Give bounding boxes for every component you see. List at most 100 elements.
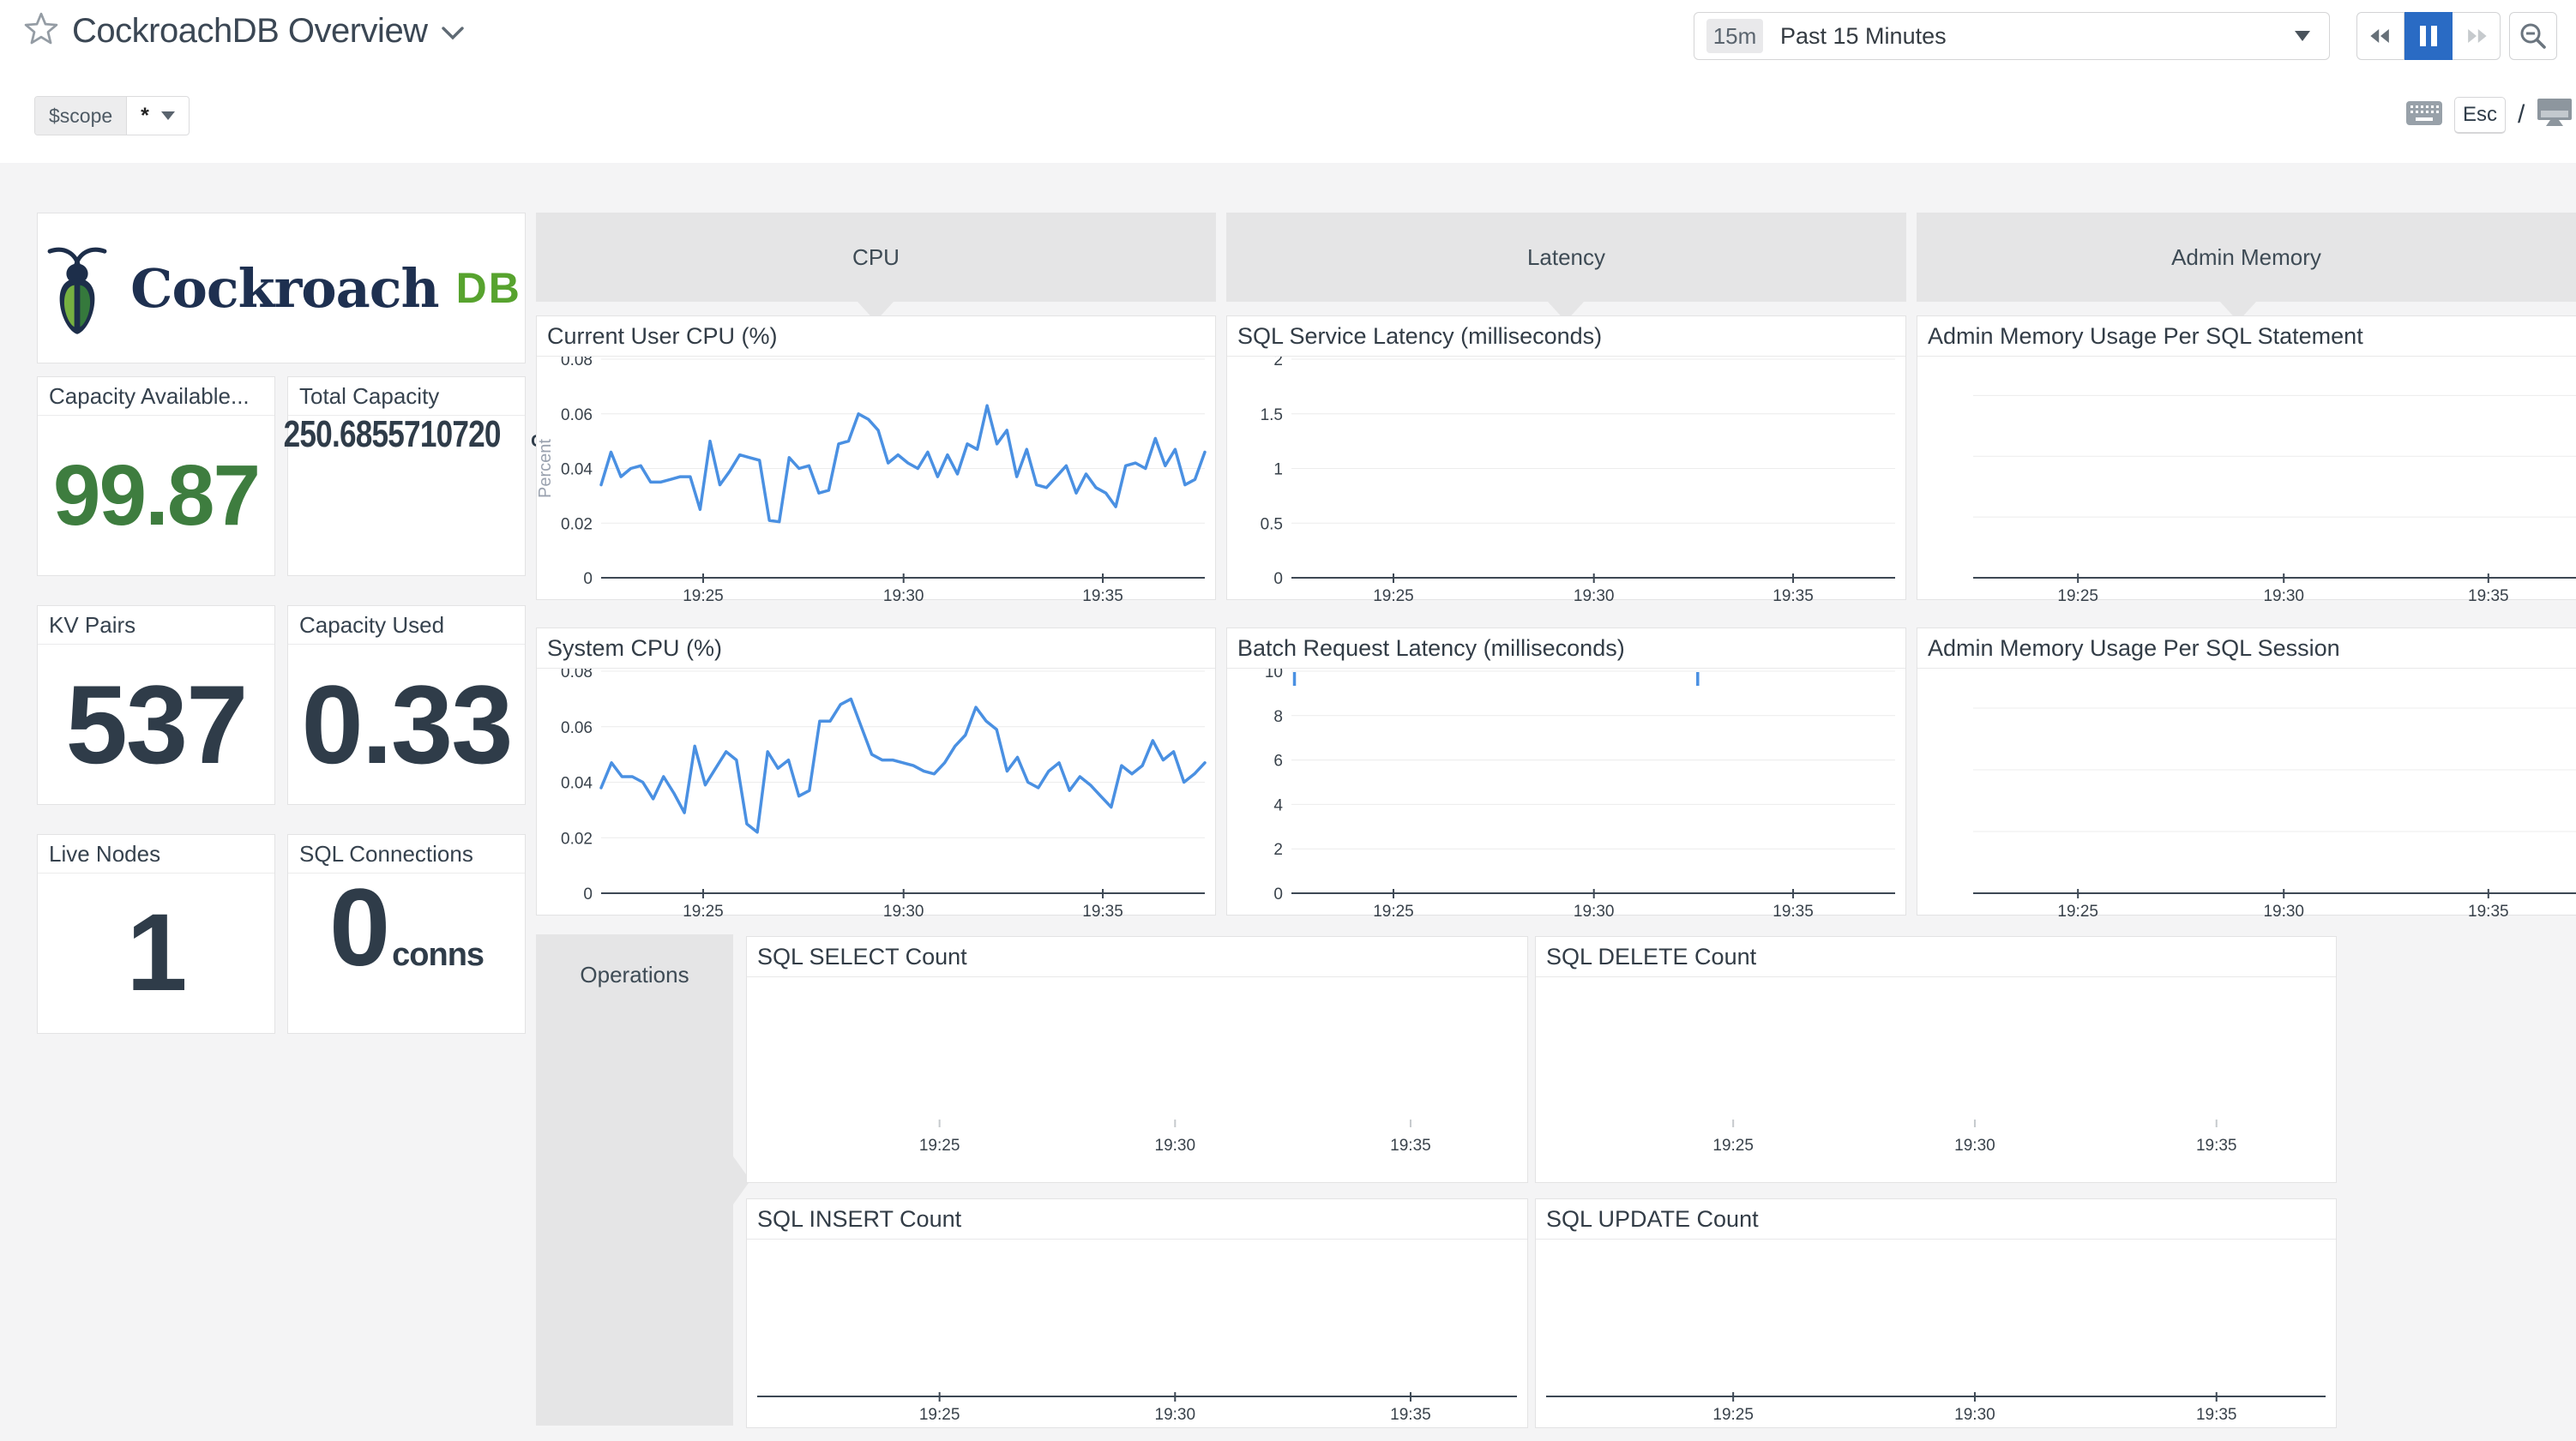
scope-value-dropdown[interactable]: * xyxy=(127,97,189,135)
svg-text:19:35: 19:35 xyxy=(2468,587,2509,601)
svg-text:19:25: 19:25 xyxy=(2057,587,2098,601)
chart-title: Admin Memory Usage Per SQL Statement xyxy=(1917,316,2576,357)
svg-text:2: 2 xyxy=(1273,357,1283,369)
stat-card-sql-connections: SQL Connections 0 conns xyxy=(287,834,526,1034)
time-range-picker[interactable]: 15m Past 15 Minutes xyxy=(1694,12,2330,60)
svg-text:1: 1 xyxy=(1273,461,1283,479)
group-header-admin-memory[interactable]: Admin Memory xyxy=(1917,213,2576,302)
chart-title: Batch Request Latency (milliseconds) xyxy=(1227,628,1905,669)
svg-text:19:25: 19:25 xyxy=(1712,1406,1754,1424)
rewind-icon xyxy=(2367,21,2394,51)
time-range-badge: 15m xyxy=(1706,19,1763,53)
svg-text:0.06: 0.06 xyxy=(561,406,593,424)
svg-text:19:30: 19:30 xyxy=(1155,1137,1196,1155)
logo-suffix: DB xyxy=(456,263,521,313)
tv-mode-icon[interactable] xyxy=(2537,99,2573,132)
esc-key-hint: Esc xyxy=(2454,97,2506,134)
stat-card-capacity-used: Capacity Used 0.33 xyxy=(287,605,526,805)
chart-plot-batch-request-latency[interactable]: 024681019:2519:3019:35 xyxy=(1227,669,1905,916)
logo-wordmark: Cockroach xyxy=(130,257,438,320)
chart-plot-system-cpu[interactable]: 00.020.040.060.0819:2519:3019:35 xyxy=(537,669,1215,916)
stat-title: SQL Connections xyxy=(288,835,525,874)
svg-text:0.5: 0.5 xyxy=(1261,515,1283,533)
svg-text:19:25: 19:25 xyxy=(683,587,724,601)
svg-text:19:30: 19:30 xyxy=(1574,903,1615,916)
svg-text:0.02: 0.02 xyxy=(561,515,593,533)
pause-icon xyxy=(2418,25,2439,47)
group-header-operations[interactable]: Operations xyxy=(536,934,733,1426)
svg-text:19:30: 19:30 xyxy=(1954,1137,1995,1155)
chart-plot-sql-delete-count[interactable]: 19:2519:3019:35 xyxy=(1536,977,2336,1184)
group-header-cpu[interactable]: CPU xyxy=(536,213,1216,302)
dashboard-title-row: CockroachDB Overview xyxy=(24,12,464,51)
dashboard-page: CockroachDB Overview 15m Past 15 Minutes… xyxy=(0,0,2576,1441)
svg-text:0: 0 xyxy=(1273,886,1283,904)
chart-card-sql-select-count: SQL SELECT Count 19:2519:3019:35 xyxy=(746,936,1528,1183)
slash-separator: / xyxy=(2518,100,2525,129)
svg-text:19:25: 19:25 xyxy=(2057,903,2098,916)
svg-text:10: 10 xyxy=(1265,669,1283,681)
stat-unit: conns xyxy=(392,937,484,974)
svg-text:19:35: 19:35 xyxy=(1082,903,1123,916)
chart-title: Current User CPU (%) xyxy=(537,316,1215,357)
svg-text:19:25: 19:25 xyxy=(919,1137,960,1155)
chart-card-batch-request-latency: Batch Request Latency (milliseconds) 024… xyxy=(1226,627,1906,916)
chart-card-sql-delete-count: SQL DELETE Count 19:2519:3019:35 xyxy=(1535,936,2337,1183)
chart-plot-sql-service-latency[interactable]: 00.511.5219:2519:3019:35 xyxy=(1227,357,1905,601)
chart-title: Admin Memory Usage Per SQL Session xyxy=(1917,628,2576,669)
pause-button[interactable] xyxy=(2404,12,2453,60)
svg-text:19:30: 19:30 xyxy=(1954,1406,1995,1424)
chart-title: SQL DELETE Count xyxy=(1536,937,2336,977)
svg-text:19:35: 19:35 xyxy=(1082,587,1123,601)
svg-text:19:35: 19:35 xyxy=(1390,1137,1431,1155)
keyboard-icon xyxy=(2406,101,2442,129)
group-header-latency[interactable]: Latency xyxy=(1226,213,1906,302)
svg-text:0: 0 xyxy=(583,886,593,904)
svg-text:0: 0 xyxy=(583,570,593,588)
svg-text:0.08: 0.08 xyxy=(561,669,593,681)
svg-text:0.04: 0.04 xyxy=(561,775,593,793)
stat-title: Live Nodes xyxy=(38,835,274,874)
template-variable-scope[interactable]: $scope * xyxy=(34,96,190,135)
svg-text:19:25: 19:25 xyxy=(919,1406,960,1424)
chart-plot-sql-select-count[interactable]: 19:25 19:30 19:35 xyxy=(747,977,1527,1184)
chart-plot-sql-update-count[interactable]: 19:2519:3019:35 xyxy=(1536,1240,2336,1429)
stat-card-live-nodes: Live Nodes 1 xyxy=(37,834,275,1034)
shortcut-hint-row: Esc / xyxy=(2406,94,2573,135)
stat-value: 0 xyxy=(329,874,388,983)
chart-plot-current-user-cpu[interactable]: 00.020.040.060.0819:2519:3019:35Percent xyxy=(537,357,1215,601)
group-label: Latency xyxy=(1527,244,1605,271)
fast-forward-button[interactable] xyxy=(2453,12,2501,60)
rewind-button[interactable] xyxy=(2356,12,2404,60)
stat-value: 1 xyxy=(126,898,185,1008)
favorite-star-icon[interactable] xyxy=(24,12,58,51)
group-label: Admin Memory xyxy=(2171,244,2321,271)
svg-text:6: 6 xyxy=(1273,753,1283,771)
title-menu-chevron-icon[interactable] xyxy=(442,27,464,45)
scope-value: * xyxy=(141,104,149,129)
svg-text:19:35: 19:35 xyxy=(1773,903,1814,916)
svg-text:19:30: 19:30 xyxy=(2263,903,2304,916)
chart-card-sql-insert-count: SQL INSERT Count 19:2519:3019:35 xyxy=(746,1198,1528,1428)
zoom-out-icon xyxy=(2519,21,2548,51)
svg-text:19:25: 19:25 xyxy=(1373,587,1414,601)
chart-card-admin-memory-session: Admin Memory Usage Per SQL Session 19:25… xyxy=(1917,627,2576,916)
chart-title: SQL INSERT Count xyxy=(747,1199,1527,1240)
chart-card-sql-service-latency: SQL Service Latency (milliseconds) 0 0.5 1… xyxy=(1226,315,1906,600)
chart-title: System CPU (%) xyxy=(537,628,1215,669)
stat-title: KV Pairs xyxy=(38,606,274,645)
stat-card-kv-pairs: KV Pairs 537 xyxy=(37,605,275,805)
svg-text:19:30: 19:30 xyxy=(883,903,924,916)
chart-plot-admin-memory-statement[interactable]: 19:2519:3019:35 xyxy=(1917,357,2576,601)
svg-text:0.08: 0.08 xyxy=(561,357,593,369)
svg-text:0.04: 0.04 xyxy=(561,461,593,479)
zoom-out-button[interactable] xyxy=(2509,12,2557,60)
svg-text:0: 0 xyxy=(1273,570,1283,588)
stat-title: Capacity Available... xyxy=(38,377,274,416)
svg-text:8: 8 xyxy=(1273,708,1283,726)
chart-plot-admin-memory-session[interactable]: 19:2519:3019:35 xyxy=(1917,669,2576,916)
chart-title: SQL Service Latency (milliseconds) xyxy=(1227,316,1905,357)
chart-plot-sql-insert-count[interactable]: 19:2519:3019:35 xyxy=(747,1240,1527,1429)
stat-value: 99.87 xyxy=(53,453,259,538)
group-label: CPU xyxy=(852,244,900,271)
